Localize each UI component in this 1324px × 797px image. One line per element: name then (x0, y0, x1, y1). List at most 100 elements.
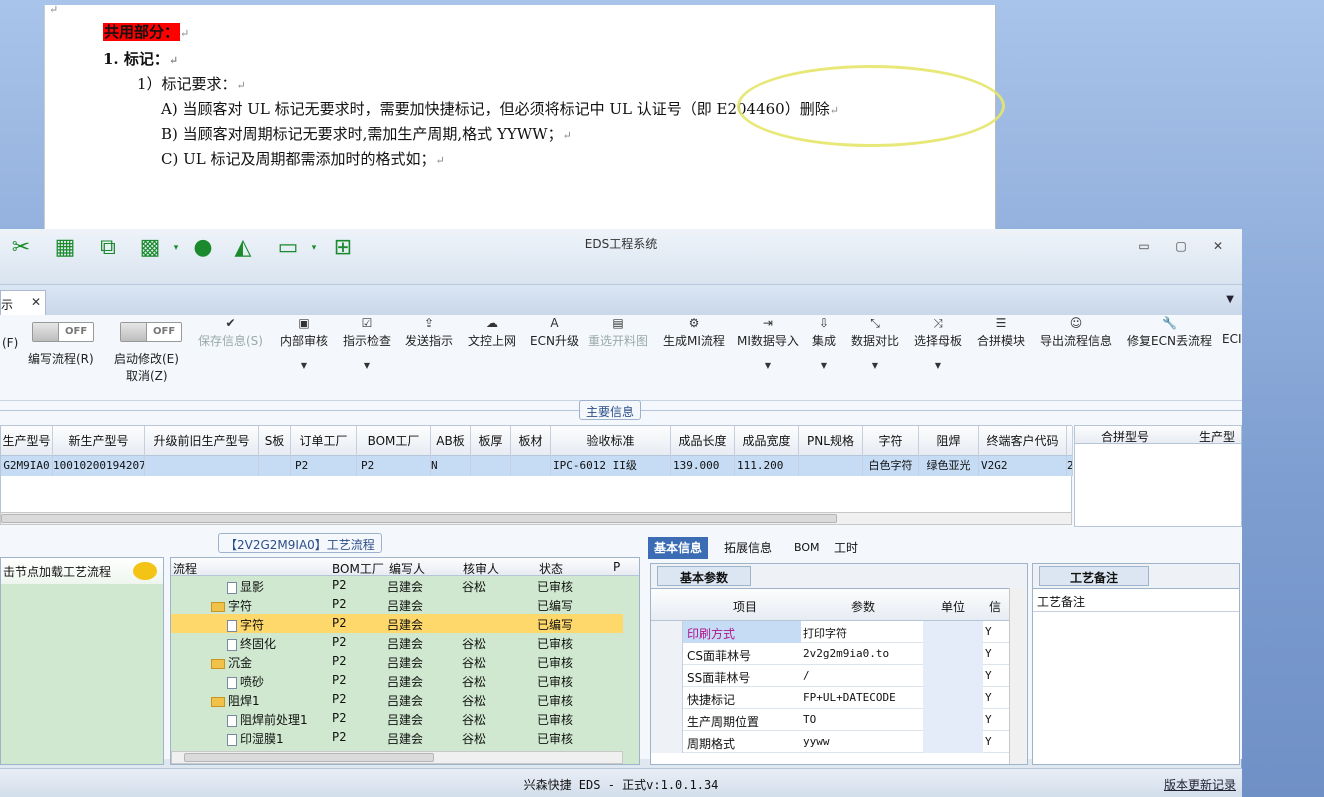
col-header[interactable]: 终端客户代码 (979, 426, 1067, 456)
doc-online-button[interactable]: ☁ 文控上网 (468, 316, 516, 349)
tree-cell-writer: 吕建会 (387, 694, 424, 708)
param-row[interactable]: 印刷方式 打印字符 Y (651, 621, 1009, 643)
tree-cell-writer: 吕建会 (387, 618, 424, 632)
merge-module-button[interactable]: ☰ 合拼模块 (977, 316, 1025, 349)
tree-header[interactable]: P (613, 560, 620, 574)
tab-bom[interactable]: BOM (788, 537, 826, 559)
col-header[interactable]: PNL规格 (799, 426, 863, 456)
col-header[interactable]: BOM工厂 (357, 426, 431, 456)
send-instruction-button[interactable]: ⇪ 发送指示 (405, 316, 453, 349)
tree-row[interactable]: 字符 P2 吕建会 已编写 (171, 614, 623, 633)
table-row[interactable]: G2M9IA0 10010200194207 P2 P2 N IPC-6012 … (1, 456, 1073, 476)
tab-close-icon[interactable]: ✕ (31, 295, 41, 309)
tree-cell-factory: P2 (332, 711, 347, 725)
start-modify-toggle[interactable]: OFF (120, 322, 182, 342)
param-row[interactable]: 生产周期位置 TO Y (651, 709, 1009, 731)
minimize-button[interactable]: ▭ (1134, 239, 1154, 253)
params-vertical-scrollbar[interactable] (1009, 588, 1025, 764)
col-header[interactable]: 升级前旧生产型号 (145, 426, 259, 456)
tree-horizontal-scrollbar[interactable] (171, 751, 623, 764)
col-header[interactable]: S板 (259, 426, 291, 456)
col-header[interactable] (1067, 426, 1073, 456)
select-mother-board-button[interactable]: ⤨ 选择母板 ▼ (914, 316, 962, 370)
tree-header[interactable]: BOM工厂 (332, 560, 384, 577)
tree-header[interactable]: 状态 (539, 560, 563, 577)
reselect-cutting-button[interactable]: ▤ 重选开料图 (588, 316, 648, 349)
tree-cell-checker: 谷松 (462, 637, 487, 651)
eci-button[interactable]: ECI (1222, 316, 1242, 346)
integrate-button[interactable]: ⇩ 集成 ▼ (812, 316, 836, 370)
col-header[interactable]: 成品宽度 (735, 426, 799, 456)
check-icon: ✔ (225, 316, 236, 330)
generate-mi-flow-button[interactable]: ⚙ 生成MI流程 (663, 316, 725, 349)
mi-data-import-button[interactable]: ⇥ MI数据导入 ▼ (737, 316, 799, 370)
start-modify-label: 启动修改(E) (114, 352, 179, 366)
tree-row[interactable]: 阻焊前处理1 P2 吕建会 谷松 已审核 (171, 709, 623, 728)
param-col-value[interactable]: 参数 (851, 598, 875, 615)
param-subtab[interactable]: 基本参数 (657, 566, 752, 586)
instruction-check-button[interactable]: ☑ 指示检查 ▼ (343, 316, 391, 370)
folder-icon (211, 696, 225, 707)
param-row[interactable]: CS面菲林号 2v2g2m9ia0.to Y (651, 643, 1009, 665)
tree-cell-status: 已审核 (537, 694, 574, 708)
tree-header[interactable]: 流程 (173, 560, 197, 577)
param-row[interactable]: 周期格式 yyww Y (651, 731, 1009, 753)
tree-header[interactable]: 核审人 (463, 560, 499, 577)
maximize-button[interactable]: ▢ (1171, 239, 1191, 253)
list-icon: ☰ (995, 316, 1007, 330)
tree-cell-checker: 谷松 (462, 713, 487, 727)
document-icon (227, 581, 237, 594)
tab-list-dropdown-icon[interactable]: ▼ (1226, 294, 1234, 305)
param-col-unit[interactable]: 单位 (941, 598, 965, 615)
edit-flow-toggle[interactable]: OFF (32, 322, 94, 342)
doc-item1-sub: 1）标记要求：↵ (137, 75, 246, 93)
param-row[interactable]: 快捷标记 FP+UL+DATECODE Y (651, 687, 1009, 709)
tree-cell-status: 已审核 (537, 675, 574, 689)
tree-header[interactable]: 编写人 (389, 560, 425, 577)
tree-row[interactable]: 字符 P2 吕建会 已编写 (171, 595, 623, 614)
cancel-label[interactable]: 取消(Z) (126, 367, 168, 384)
ecn-upgrade-button[interactable]: A ECN升级 (530, 316, 579, 349)
tree-row[interactable]: 沉金 P2 吕建会 谷松 已审核 (171, 652, 623, 671)
col-header[interactable]: 成品长度 (671, 426, 735, 456)
update-log-link[interactable]: 版本更新记录 (1164, 776, 1236, 793)
col-header[interactable]: AB板 (431, 426, 471, 456)
flow-hint-text: 击节点加载工艺流程 (3, 565, 112, 579)
tab-work-hours[interactable]: 工时 (828, 537, 864, 559)
col-header[interactable]: 订单工厂 (291, 426, 357, 456)
tab-basic-info[interactable]: 基本信息 (648, 537, 709, 559)
export-flow-info-button[interactable]: ☺ 导出流程信息 (1040, 316, 1112, 349)
tab-extended-info[interactable]: 拓展信息 (718, 537, 778, 559)
document-icon (227, 676, 237, 689)
tree-row[interactable]: 印湿膜1 P2 吕建会 谷松 已审核 (171, 728, 623, 747)
production-model-header[interactable]: 生产型 (1199, 428, 1235, 445)
save-info-button[interactable]: ✔ 保存信息(S) (198, 316, 263, 349)
merge-model-header[interactable]: 合拼型号 (1101, 428, 1149, 445)
col-header[interactable]: 板材 (511, 426, 551, 456)
tree-row[interactable]: 终固化 P2 吕建会 谷松 已审核 (171, 633, 623, 652)
param-row[interactable]: SS面菲林号 / Y (651, 665, 1009, 687)
tree-row[interactable]: 阻焊1 P2 吕建会 谷松 已审核 (171, 690, 623, 709)
lower-panels: 【2V2G2M9IA0】工艺流程 击节点加载工艺流程 流程 BOM工厂 编写人 … (0, 533, 1242, 768)
repair-ecn-flow-button[interactable]: 🔧 修复ECN丢流程 (1127, 316, 1212, 349)
doc-line-c: C) UL 标记及周期都需添加时的格式如；↵ (161, 150, 445, 168)
col-header[interactable]: 阻焊 (919, 426, 979, 456)
param-col-item[interactable]: 项目 (733, 598, 757, 615)
note-tab[interactable]: 工艺备注 (1039, 566, 1150, 586)
close-button[interactable]: ✕ (1208, 239, 1228, 253)
tree-row[interactable]: 喷砂 P2 吕建会 谷松 已审核 (171, 671, 623, 690)
col-header[interactable]: 板厚 (471, 426, 511, 456)
col-header[interactable]: 字符 (863, 426, 919, 456)
col-header[interactable]: 验收标准 (551, 426, 671, 456)
grid-horizontal-scrollbar[interactable] (0, 512, 1072, 525)
internal-review-button[interactable]: ▣ 内部审核 ▼ (280, 316, 328, 370)
col-header[interactable]: 新生产型号 (53, 426, 145, 456)
param-cell-value: TO (803, 713, 817, 726)
param-col-flag[interactable]: 信 (989, 598, 1001, 615)
tree-cell-status: 已审核 (537, 713, 574, 727)
tab-document[interactable]: 示 ✕ (0, 290, 46, 315)
col-header[interactable]: 生产型号 (1, 426, 53, 456)
param-cell-item: 快捷标记 (687, 693, 736, 707)
data-compare-button[interactable]: ⤡ 数据对比 ▼ (851, 316, 899, 370)
tree-row[interactable]: 显影 P2 吕建会 谷松 已审核 (171, 576, 623, 595)
